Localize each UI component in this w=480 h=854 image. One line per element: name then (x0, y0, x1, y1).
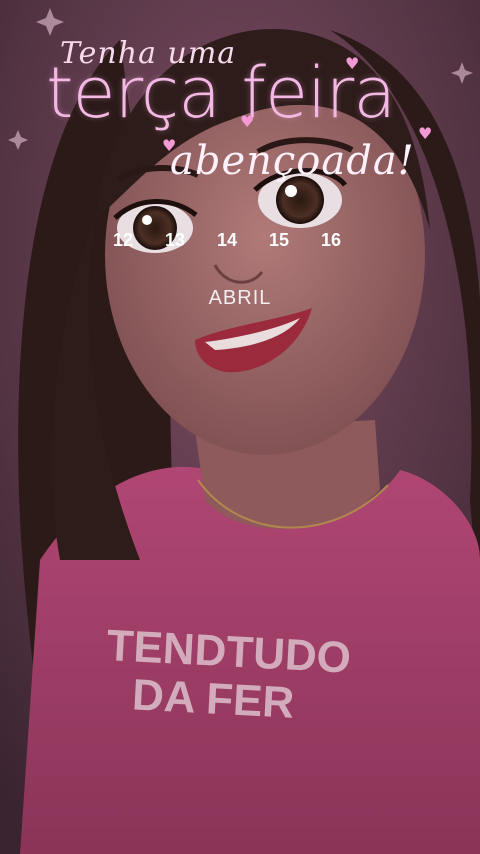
calendar-date: 15 (268, 230, 290, 250)
shirt-print: TENDTUDO DA FER (103, 621, 352, 731)
heart-icon: ♥ (418, 124, 433, 143)
photo-canvas: Tenha uma terça feira abençoada! ♥ ♥ ♥ ♥… (0, 0, 480, 854)
calendar-date-today: 14 (216, 230, 238, 250)
heart-icon: ♥ (240, 112, 255, 131)
greeting-line-2: terça feira (46, 52, 396, 134)
calendar-date: 16 (320, 230, 342, 250)
greeting-line-3: abençoada! (170, 138, 415, 184)
calendar-date: 12 (112, 230, 134, 250)
calendar-dates: 12 13 14 15 16 (108, 230, 346, 251)
calendar-date: 13 (164, 230, 186, 250)
heart-icon: ♥ (345, 54, 360, 73)
heart-icon: ♥ (162, 136, 177, 155)
calendar-month: ABRIL (208, 287, 272, 309)
